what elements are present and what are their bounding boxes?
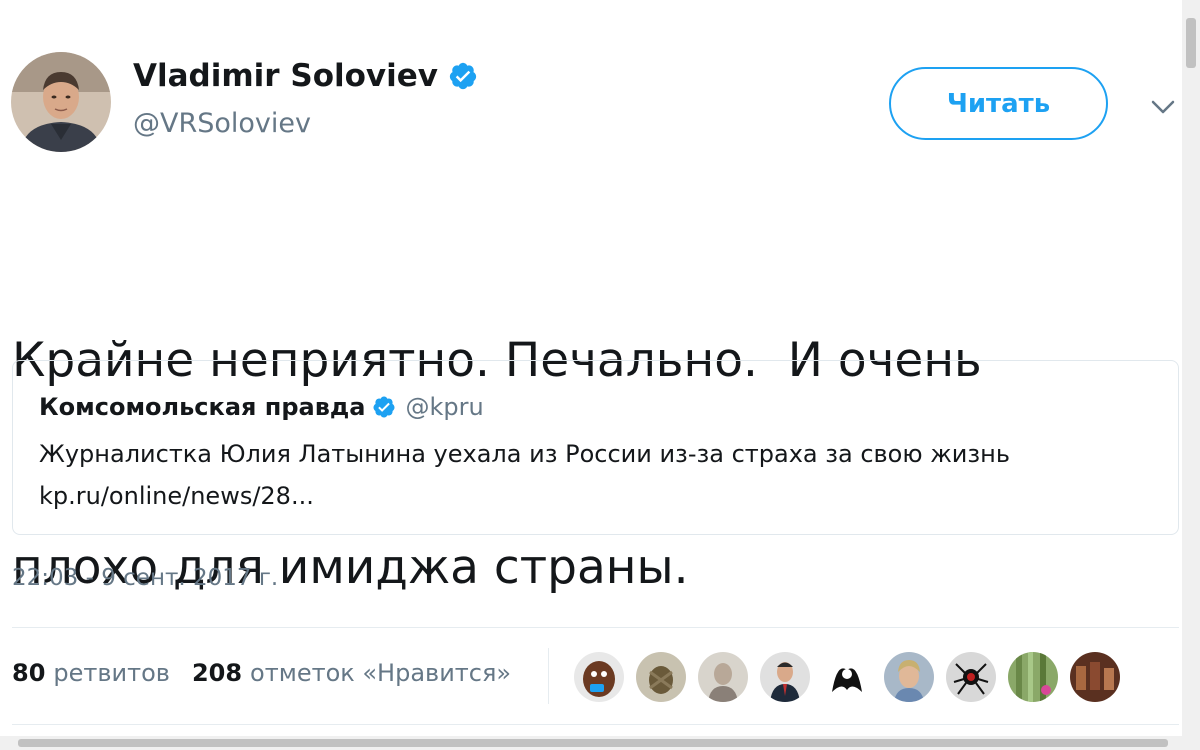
author-name[interactable]: Vladimir Soloviev — [133, 58, 438, 94]
quoted-tweet-body: Журналистка Юлия Латынина уехала из Росс… — [39, 433, 1139, 517]
verified-badge-icon — [372, 396, 394, 418]
divider — [12, 724, 1179, 725]
liker-avatar[interactable] — [884, 652, 934, 702]
liker-avatar[interactable] — [1070, 652, 1120, 702]
author-name-row[interactable]: Vladimir Soloviev — [133, 58, 478, 94]
stats-separator — [548, 648, 549, 704]
quoted-tweet-handle: @kpru — [405, 393, 484, 421]
retweet-count-label: ретвитов — [53, 659, 170, 687]
like-count-label: отметок «Нравится» — [250, 659, 512, 687]
vertical-scrollbar[interactable] — [1182, 0, 1200, 750]
verified-badge-icon — [449, 62, 477, 90]
liker-avatar[interactable] — [698, 652, 748, 702]
liker-avatar[interactable] — [822, 652, 872, 702]
quoted-tweet-header: Комсомольская правда @kpru — [39, 393, 484, 421]
liker-avatar[interactable] — [574, 652, 624, 702]
quoted-tweet-card[interactable]: Комсомольская правда @kpru Журналистка Ю… — [12, 360, 1179, 535]
liker-avatar[interactable] — [946, 652, 996, 702]
retweet-count-value: 80 — [12, 659, 46, 687]
like-count-value: 208 — [191, 659, 243, 687]
horizontal-scrollbar-thumb[interactable] — [18, 739, 1168, 747]
liker-avatar[interactable] — [760, 652, 810, 702]
tweet-stats: 80 ретвитов 208 отметок «Нравится» — [12, 659, 511, 687]
likers-avatars — [574, 652, 1132, 702]
vertical-scrollbar-thumb[interactable] — [1186, 18, 1196, 68]
chevron-down-icon[interactable] — [1148, 94, 1178, 120]
retweet-count[interactable]: 80 ретвитов — [12, 659, 170, 687]
quoted-tweet-link[interactable]: kp.ru/online/news/28... — [39, 475, 1139, 517]
quoted-tweet-text: Журналистка Юлия Латынина уехала из Росс… — [39, 440, 1011, 468]
author-handle[interactable]: @VRSoloviev — [133, 108, 311, 139]
divider — [12, 627, 1179, 628]
quoted-tweet-author-name: Комсомольская правда — [39, 393, 366, 421]
liker-avatar[interactable] — [1008, 652, 1058, 702]
author-avatar[interactable] — [11, 52, 111, 152]
horizontal-scrollbar[interactable] — [0, 736, 1182, 750]
like-count[interactable]: 208 отметок «Нравится» — [192, 659, 511, 687]
liker-avatar[interactable] — [636, 652, 686, 702]
tweet-timestamp[interactable]: 22:03 - 9 сент. 2017 г. — [12, 565, 278, 591]
follow-button[interactable]: Читать — [889, 67, 1108, 140]
